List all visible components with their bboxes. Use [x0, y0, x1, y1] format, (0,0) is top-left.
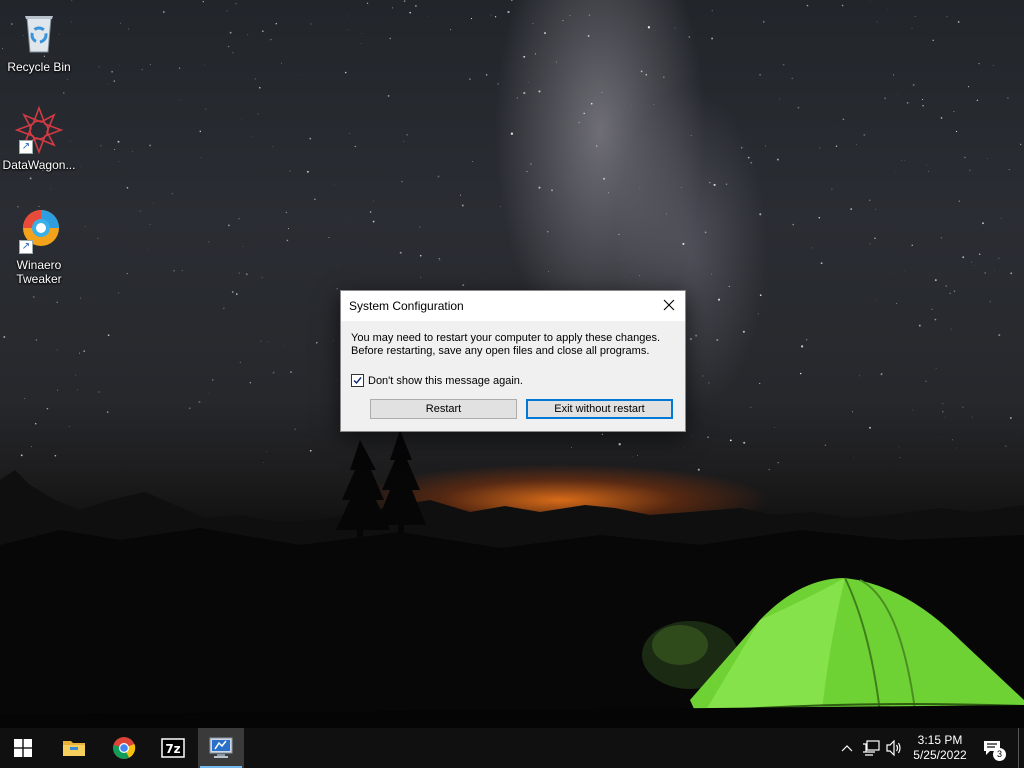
msconfig-icon: [209, 737, 233, 758]
dialog-title: System Configuration: [349, 299, 464, 313]
taskbar-7zip[interactable]: 7z: [150, 728, 196, 768]
desktop-icon-winaero-tweaker[interactable]: ↗ Winaero Tweaker: [1, 206, 77, 286]
close-icon: [663, 299, 675, 311]
dont-show-again-row[interactable]: Don't show this message again.: [351, 374, 523, 387]
desktop-icon-label: DataWagon...: [2, 158, 76, 172]
dialog-titlebar[interactable]: System Configuration: [341, 291, 685, 321]
desktop-icon-datawagon[interactable]: ↗ DataWagon...: [1, 105, 77, 172]
checkmark-icon: [353, 377, 362, 385]
action-center-button[interactable]: 3: [982, 738, 1006, 761]
network-tray-button[interactable]: [861, 738, 881, 758]
7zip-icon: 7z: [161, 738, 185, 758]
taskbar-file-explorer[interactable]: [51, 728, 97, 768]
desktop-icon-label: Winaero Tweaker: [16, 258, 62, 286]
dialog-message-line1: You may need to restart your computer to…: [351, 332, 660, 344]
recycle-bin-icon: [15, 8, 63, 56]
dont-show-again-label: Don't show this message again.: [368, 374, 523, 387]
shortcut-arrow-icon: ↗: [19, 240, 33, 254]
taskbar-clock[interactable]: 3:15 PM 5/25/2022: [904, 733, 976, 763]
shortcut-arrow-icon: ↗: [19, 140, 33, 154]
windows-logo-icon: [14, 739, 32, 757]
volume-tray-button[interactable]: [885, 738, 905, 758]
speaker-icon: [886, 740, 901, 756]
show-hidden-icons-button[interactable]: [837, 738, 857, 758]
desktop-icon-label: Recycle Bin: [7, 60, 71, 74]
show-desktop-button[interactable]: [1018, 728, 1024, 768]
desktop-icon-recycle-bin[interactable]: Recycle Bin: [1, 8, 77, 74]
system-configuration-dialog: System Configuration You may need to res…: [340, 290, 686, 432]
taskbar: 7z 3:15 PM 5/25/2022 3: [0, 728, 1024, 768]
dont-show-again-checkbox[interactable]: [351, 374, 364, 387]
notification-count-badge: 3: [993, 748, 1006, 761]
close-button[interactable]: [653, 291, 685, 319]
dialog-message-line2: Before restarting, save any open files a…: [351, 345, 650, 357]
datawagon-icon: ↗: [14, 105, 64, 155]
folder-icon: [63, 741, 85, 756]
taskbar-chrome[interactable]: [101, 728, 147, 768]
winaero-tweaker-icon: ↗: [15, 206, 63, 254]
chrome-icon: [113, 737, 136, 759]
restart-button[interactable]: Restart: [370, 399, 517, 419]
clock-time: 3:15 PM: [917, 733, 963, 747]
svg-text:7z: 7z: [165, 742, 180, 756]
start-button[interactable]: [0, 728, 46, 768]
exit-without-restart-button[interactable]: Exit without restart: [526, 399, 673, 419]
network-icon: [863, 740, 880, 756]
clock-date: 5/25/2022: [913, 748, 967, 762]
chevron-up-icon: [841, 745, 853, 752]
taskbar-system-configuration[interactable]: [198, 728, 244, 768]
